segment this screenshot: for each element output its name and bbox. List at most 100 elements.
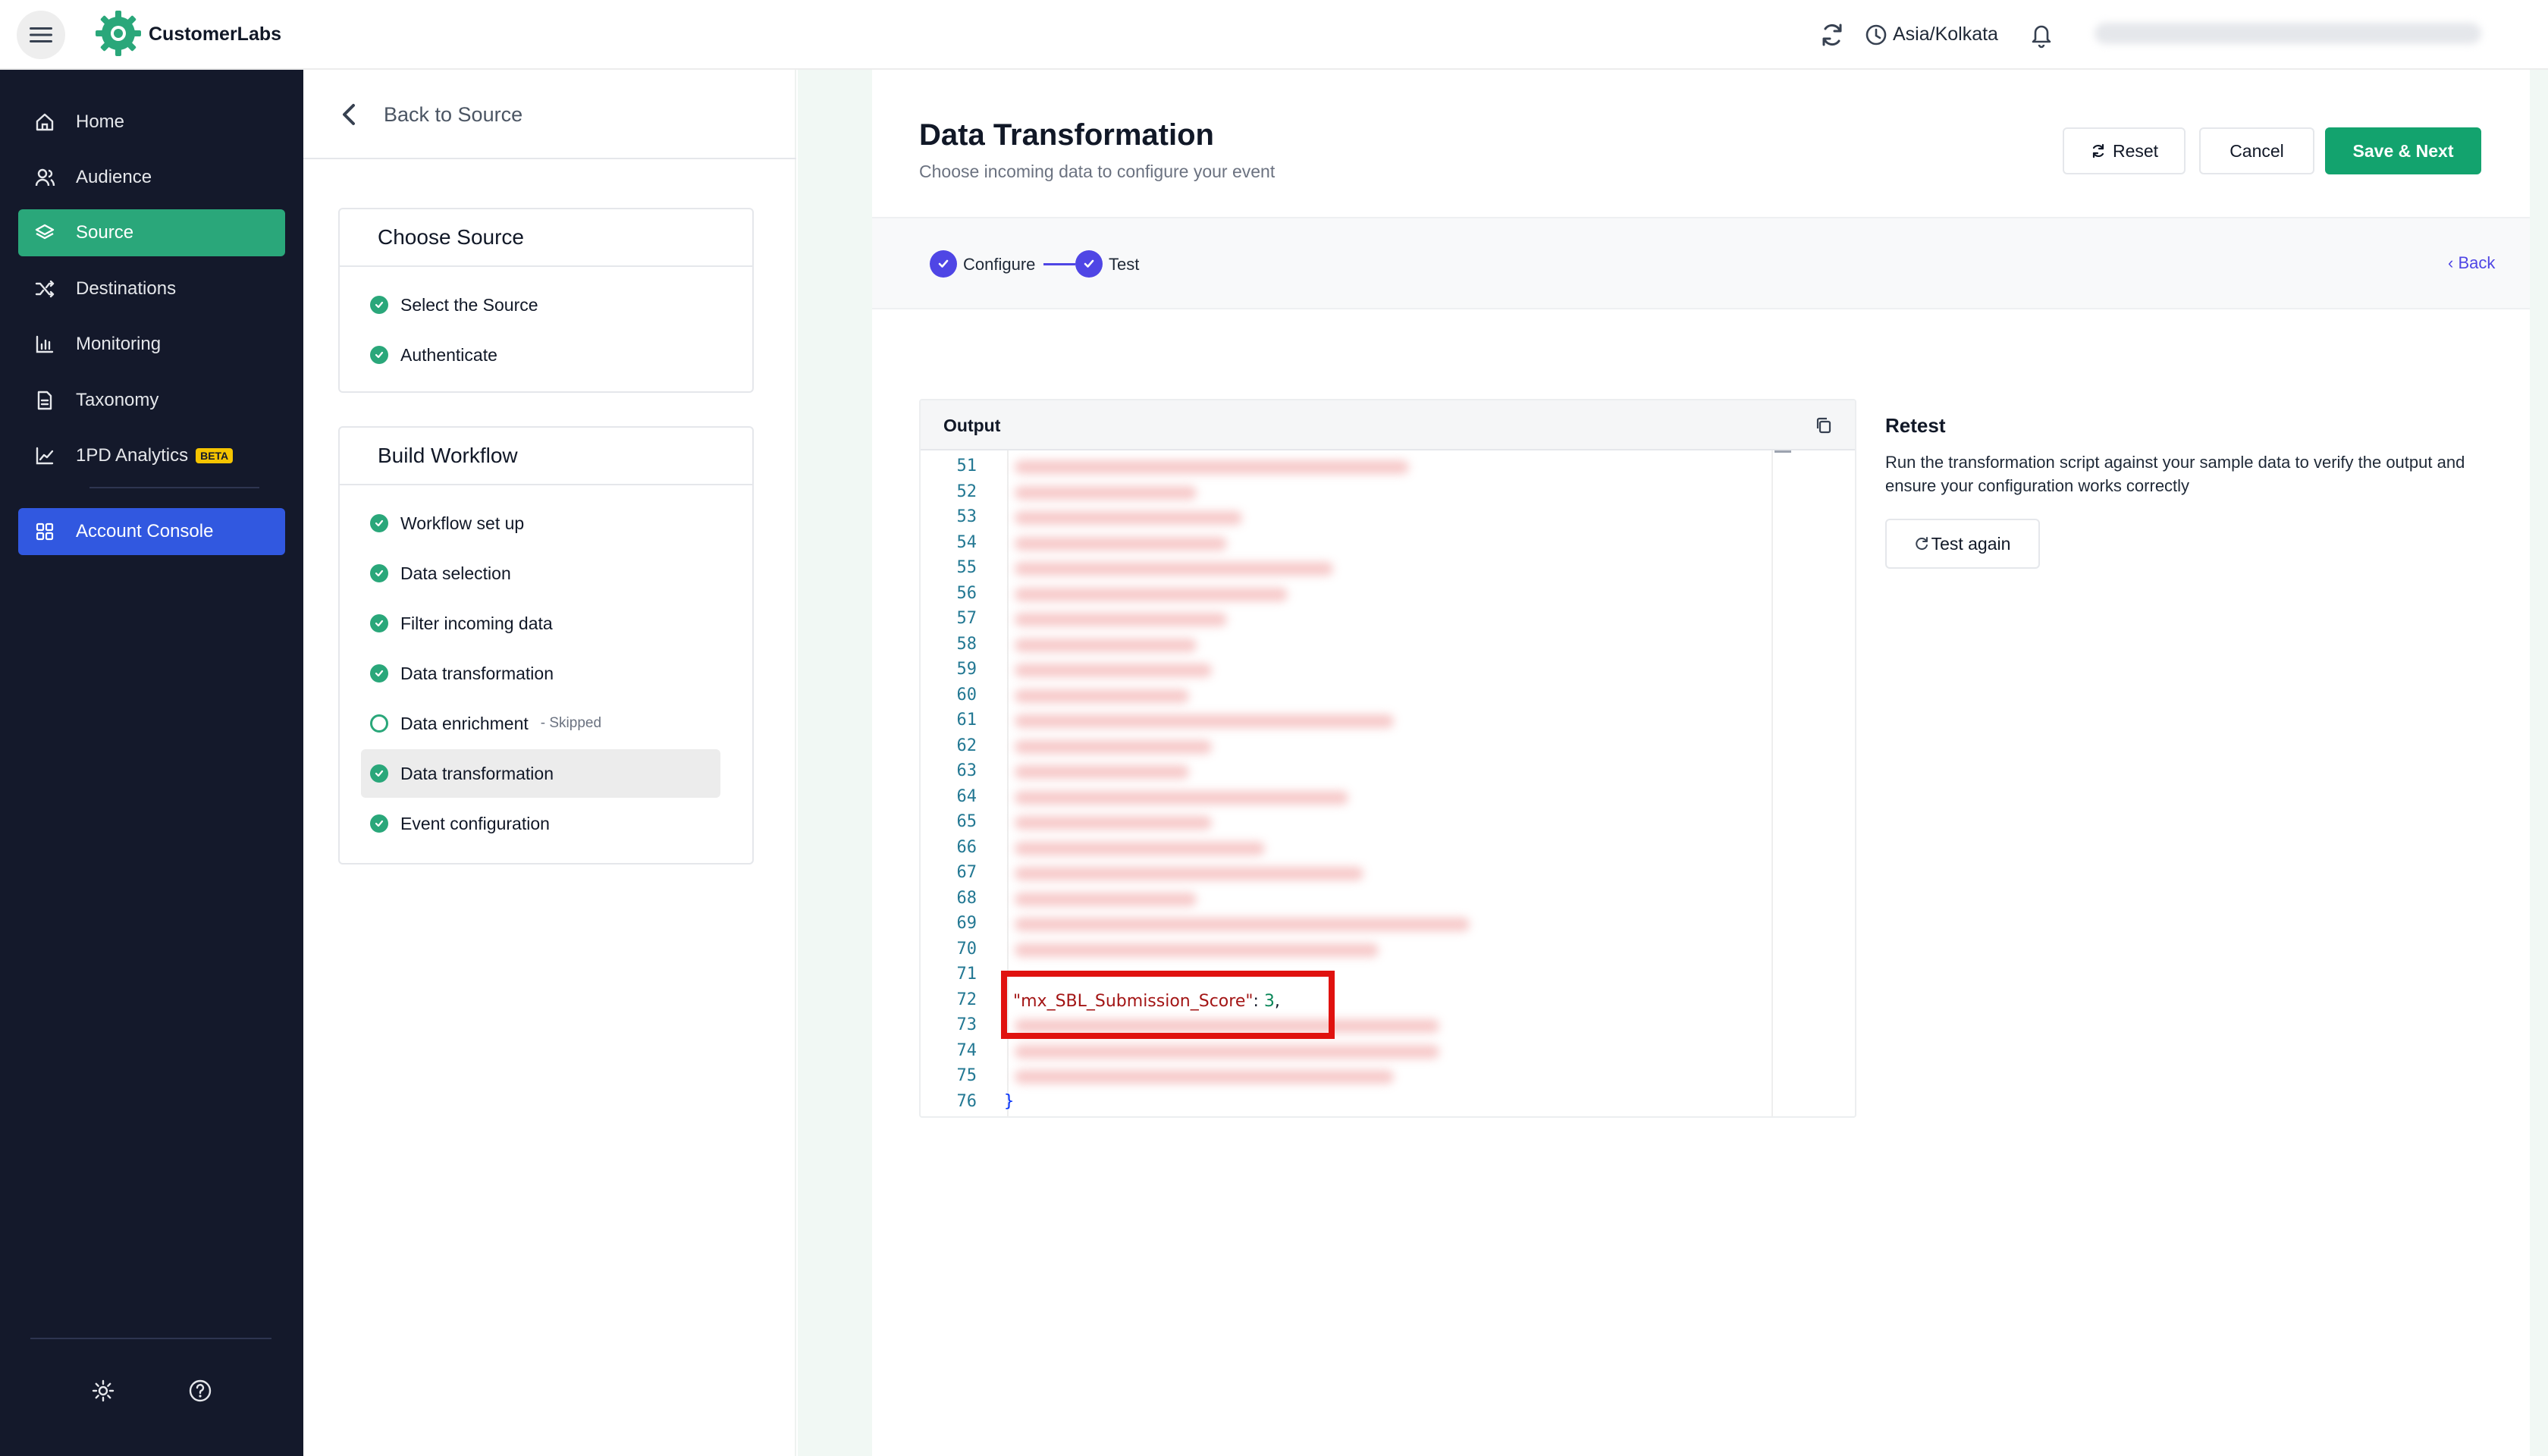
check-circle-icon — [370, 814, 388, 833]
line-number: 61 — [956, 711, 977, 730]
reset-icon — [2092, 143, 2104, 158]
step-filter-incoming-data[interactable]: Filter incoming data — [361, 599, 720, 648]
check-circle-icon — [370, 346, 388, 364]
line-number: 71 — [956, 965, 977, 984]
step-configure-check-icon[interactable] — [930, 250, 957, 278]
step-data-transformation-current[interactable]: Data transformation — [361, 749, 720, 798]
blurred-code-line — [1015, 664, 1212, 677]
reset-button[interactable]: Reset — [2063, 127, 2186, 174]
blurred-code-line — [1015, 511, 1242, 525]
line-number: 72 — [956, 990, 977, 1009]
timezone-selector[interactable]: Asia/Kolkata — [1893, 21, 1998, 47]
bar-chart-icon — [32, 331, 58, 357]
line-number: 62 — [956, 736, 977, 755]
sidebar-item-destinations[interactable]: Destinations — [18, 265, 285, 312]
step-label: Select the Source — [400, 294, 538, 315]
line-number: 76 — [956, 1091, 977, 1111]
line-number: 57 — [956, 609, 977, 628]
step-data-enrichment[interactable]: Data enrichment - Skipped — [361, 699, 720, 748]
build-workflow-card: Build Workflow Workflow set up Data sele… — [338, 426, 754, 864]
clock-icon — [1866, 24, 1887, 46]
help-icon[interactable] — [187, 1377, 214, 1404]
workflow-divider — [303, 158, 796, 159]
sidebar-item-label: Destinations — [76, 278, 177, 299]
stepper-divider — [872, 308, 2530, 309]
check-circle-icon — [370, 564, 388, 582]
line-number: 68 — [956, 888, 977, 908]
back-to-source-label: Back to Source — [384, 102, 523, 126]
blurred-code-line — [1015, 841, 1265, 855]
step-configure-label[interactable]: Configure — [963, 253, 1035, 276]
back-link[interactable]: ‹ Back — [2448, 252, 2495, 275]
test-again-button[interactable]: Test again — [1885, 519, 2040, 569]
code-trailing-comma: , — [1274, 992, 1280, 1011]
code-minimap-divider — [1771, 450, 1773, 1116]
line-number: 58 — [956, 634, 977, 654]
settings-icon[interactable] — [89, 1377, 117, 1404]
sidebar-item-label: Source — [76, 222, 134, 243]
step-event-configuration[interactable]: Event configuration — [361, 799, 720, 848]
step-select-source[interactable]: Select the Source — [361, 281, 720, 329]
line-number: 56 — [956, 583, 977, 603]
beta-badge: BETA — [196, 448, 234, 463]
shuffle-icon — [32, 276, 58, 302]
blurred-code-line — [1015, 638, 1197, 652]
blurred-code-line — [1015, 460, 1409, 474]
step-label: Workflow set up — [400, 513, 525, 533]
step-data-transformation[interactable]: Data transformation — [361, 649, 720, 698]
account-console-button[interactable]: Account Console — [18, 508, 285, 555]
page-title: Data Transformation — [919, 118, 1214, 152]
step-test-label[interactable]: Test — [1109, 253, 1139, 276]
build-workflow-title: Build Workflow — [340, 428, 752, 485]
document-icon — [32, 388, 58, 413]
code-separator: : — [1253, 992, 1264, 1011]
sidebar-item-taxonomy[interactable]: Taxonomy — [18, 377, 285, 424]
copy-icon[interactable] — [1812, 414, 1835, 437]
reset-label: Reset — [2112, 140, 2159, 161]
users-icon — [32, 165, 58, 190]
step-data-selection[interactable]: Data selection — [361, 549, 720, 598]
brand-name: CustomerLabs — [149, 24, 282, 45]
save-next-button[interactable]: Save & Next — [2325, 127, 2481, 174]
page-subtitle: Choose incoming data to configure your e… — [919, 162, 1276, 181]
step-test-check-icon[interactable] — [1075, 250, 1103, 278]
sidebar-item-label: 1PD Analytics — [76, 445, 189, 466]
blurred-code-line — [1015, 689, 1189, 703]
highlighted-code-line[interactable]: "mx_SBL_Submission_Score": 3, — [1013, 990, 1280, 1013]
refresh-icon[interactable] — [1817, 20, 1847, 50]
sidebar-item-source[interactable]: Source — [18, 209, 285, 256]
step-authenticate[interactable]: Authenticate — [361, 331, 720, 379]
step-label: Data transformation — [400, 763, 554, 783]
blurred-code-line — [1015, 739, 1212, 754]
blurred-code-line — [1015, 867, 1363, 880]
menu-toggle-button[interactable] — [17, 11, 65, 59]
sidebar-item-monitoring[interactable]: Monitoring — [18, 321, 285, 368]
cancel-button[interactable]: Cancel — [2199, 127, 2314, 174]
account-console-label: Account Console — [76, 521, 214, 541]
sidebar-item-home[interactable]: Home — [18, 99, 285, 146]
user-account-menu[interactable] — [2095, 23, 2481, 44]
customerlabs-logo-icon[interactable] — [94, 9, 143, 58]
blurred-code-line — [1015, 816, 1212, 830]
sidebar-divider — [89, 487, 259, 488]
retry-icon — [1915, 537, 1928, 551]
sidebar-item-1pd-analytics[interactable]: 1PD Analytics BETA — [18, 432, 285, 479]
sidebar-item-label: Home — [76, 111, 125, 132]
step-workflow-set-up[interactable]: Workflow set up — [361, 499, 720, 548]
line-number: 54 — [956, 532, 977, 552]
line-number: 55 — [956, 558, 977, 577]
minimap-slider[interactable] — [1774, 450, 1791, 455]
blurred-code-line — [1015, 613, 1227, 626]
skipped-note: - Skipped — [540, 715, 602, 731]
blurred-code-line — [1015, 562, 1333, 576]
blurred-code-line — [1015, 587, 1288, 601]
sidebar-item-audience[interactable]: Audience — [18, 154, 285, 201]
sidebar-footer-divider — [30, 1338, 271, 1339]
blurred-code-line — [1015, 943, 1379, 957]
check-circle-icon — [370, 296, 388, 314]
blurred-code-line — [1015, 536, 1227, 551]
notification-bell-icon[interactable] — [2026, 18, 2057, 50]
step-label: Data selection — [400, 563, 511, 583]
chevron-left-icon — [343, 104, 355, 125]
back-to-source-link[interactable]: Back to Source — [338, 96, 522, 133]
